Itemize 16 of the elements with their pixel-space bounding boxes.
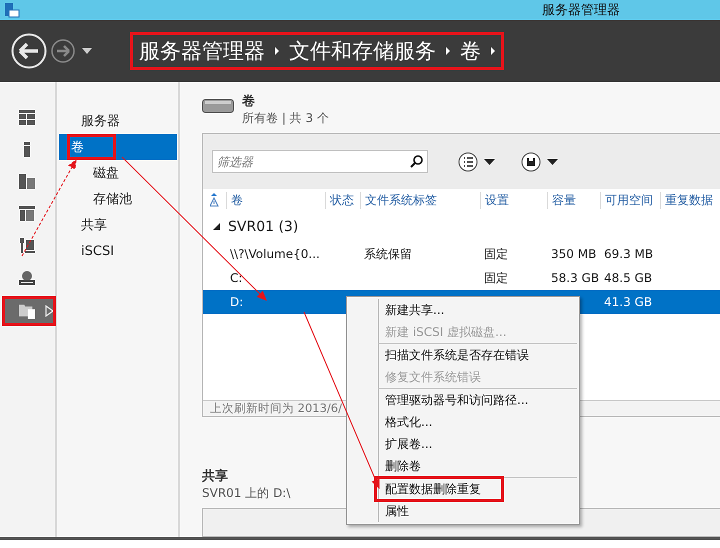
section-subtitle: SVR01 上的 D:\	[202, 485, 290, 502]
table-cell-text: 41.3 GB	[603, 295, 654, 309]
table-cell-text: C:	[229, 271, 244, 285]
section-title: 共享	[202, 468, 228, 486]
table-cell-text: 系统保留	[363, 246, 413, 262]
section-title: 卷	[242, 93, 256, 110]
table-cell-text: 58.3 GB	[550, 271, 600, 285]
table-cell-text: 69.3 MB	[603, 247, 654, 261]
section-subtitle: 所有卷 | 共 3 个	[242, 110, 329, 127]
window-title: 服务器管理器	[542, 2, 620, 19]
table-cell-text: \\?\Volume{0...	[229, 247, 321, 261]
table-cell-text: D:	[229, 295, 244, 309]
table-cell-text: 350 MB	[550, 247, 598, 261]
table-cell-text: 固定	[483, 246, 509, 262]
table-cell-text: 固定	[483, 270, 509, 286]
table-cell-text: 48.5 GB	[603, 271, 654, 285]
